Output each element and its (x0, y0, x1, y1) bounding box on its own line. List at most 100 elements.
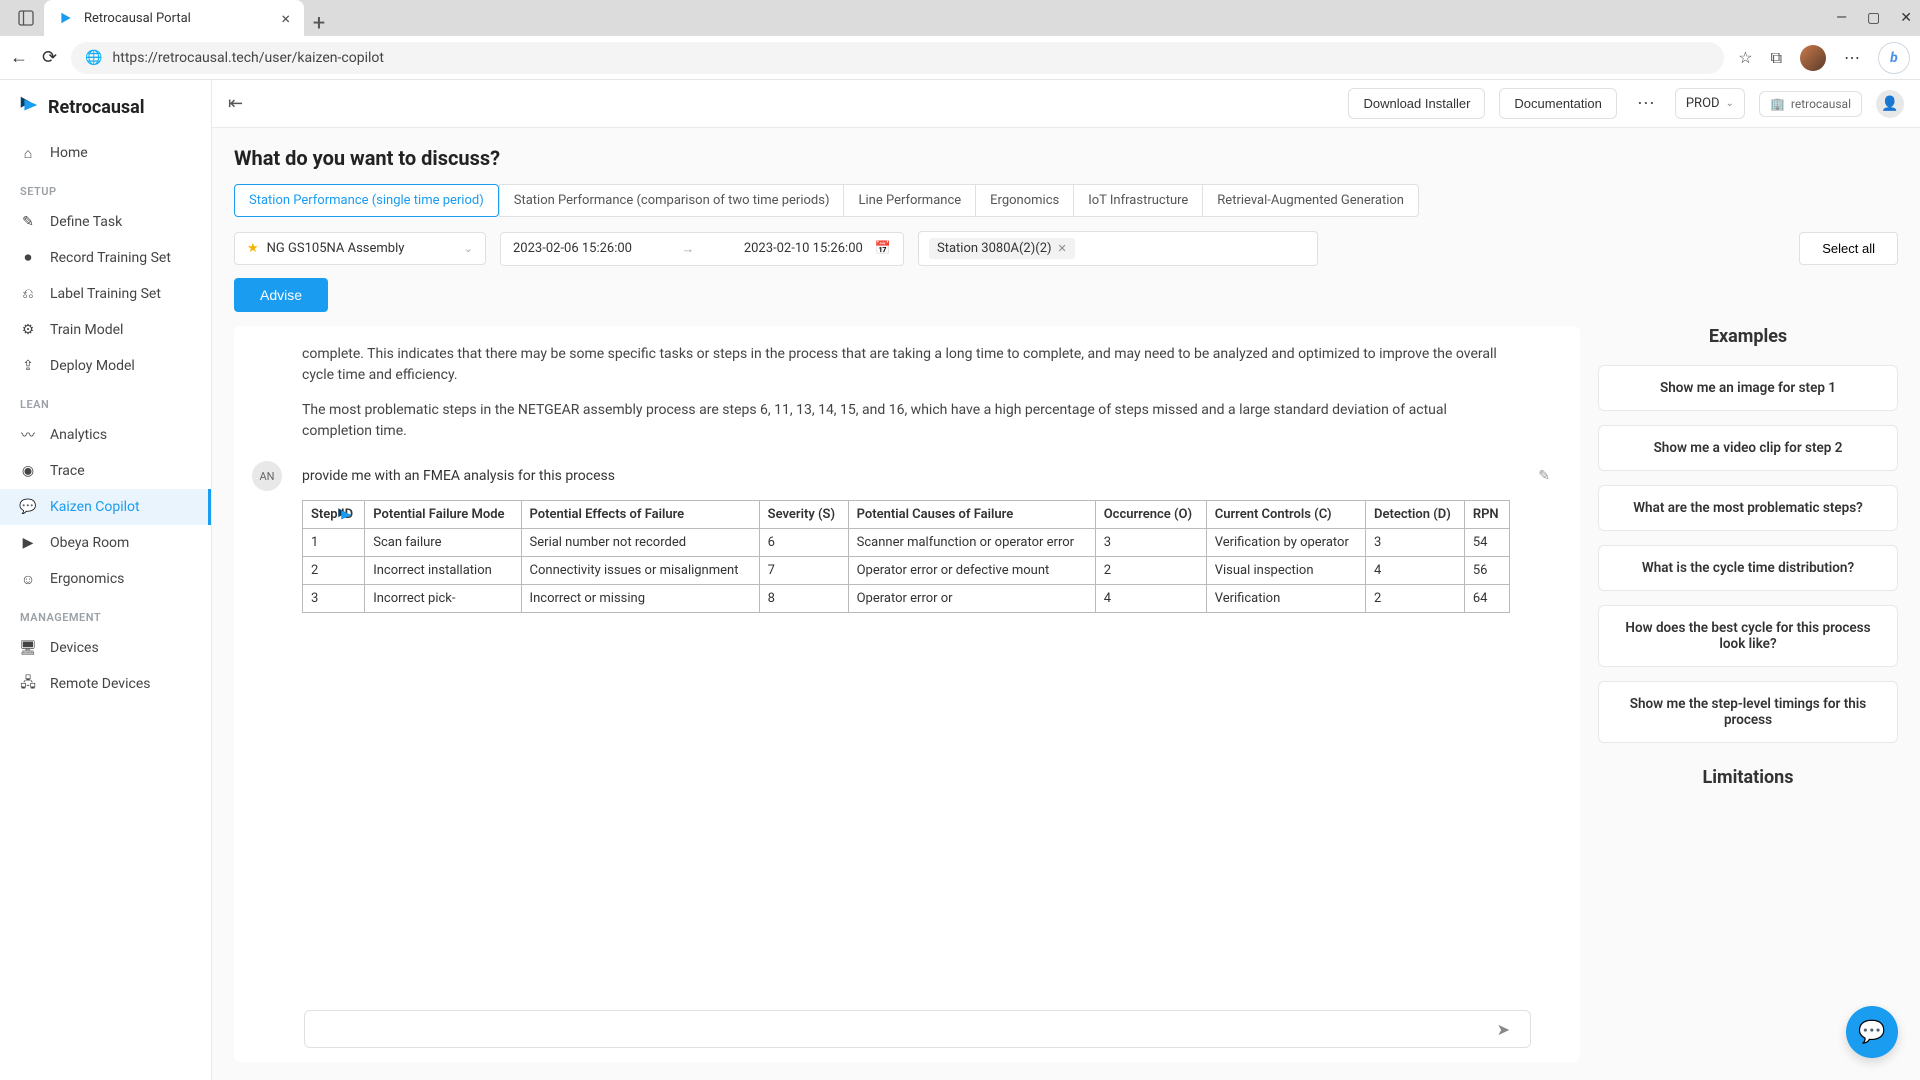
select-all-button[interactable]: Select all (1799, 232, 1898, 265)
sidebar-item-train-model[interactable]: ⚙ Train Model (0, 312, 211, 348)
send-icon[interactable]: ➤ (1497, 1020, 1510, 1039)
tab-rag[interactable]: Retrieval-Augmented Generation (1203, 184, 1419, 217)
window-close-icon[interactable]: ✕ (1900, 10, 1912, 26)
table-cell: Operator error or defective mount (848, 557, 1095, 585)
menu-icon[interactable]: ⋯ (1844, 48, 1860, 67)
sidebar-item-deploy-model[interactable]: ⇪ Deploy Model (0, 348, 211, 384)
page-title: What do you want to discuss? (234, 146, 1898, 170)
topbar-more-icon[interactable]: ⋯ (1631, 93, 1661, 114)
back-button[interactable]: ← (10, 47, 28, 68)
advise-button[interactable]: Advise (234, 278, 328, 312)
sidebar-item-ergonomics[interactable]: ☺ Ergonomics (0, 561, 211, 597)
tenant-badge[interactable]: 🏢 retrocausal (1759, 91, 1862, 117)
sidebar-item-record-training[interactable]: ⏺ Record Training Set (0, 240, 211, 276)
chat-input[interactable] (304, 1010, 1531, 1048)
bing-chat-icon[interactable]: b (1878, 42, 1910, 74)
fmea-table: Step IDPotential Failure ModePotential E… (302, 500, 1510, 613)
table-cell: 1 (303, 529, 365, 557)
sidebar-item-label: Devices (50, 640, 99, 656)
sidebar-item-devices[interactable]: 🖥 Devices (0, 630, 211, 666)
tab-line-performance[interactable]: Line Performance (844, 184, 976, 217)
table-cell: 56 (1464, 557, 1509, 585)
environment-select[interactable]: PROD ⌄ (1675, 88, 1745, 119)
table-cell: Verification by operator (1206, 529, 1365, 557)
download-installer-button[interactable]: Download Installer (1348, 88, 1485, 119)
tab-station-single[interactable]: Station Performance (single time period) (234, 184, 499, 217)
assistant-avatar-icon (330, 500, 360, 530)
sidebar-item-label: Analytics (50, 427, 107, 443)
analytics-icon: 〰 (20, 427, 36, 443)
sidebar-section-management: MANAGEMENT (0, 597, 211, 630)
example-prompt[interactable]: Show me an image for step 1 (1598, 365, 1898, 411)
documentation-button[interactable]: Documentation (1499, 88, 1616, 119)
edit-icon: ✎ (20, 214, 36, 230)
tab-iot[interactable]: IoT Infrastructure (1074, 184, 1203, 217)
profile-avatar[interactable] (1800, 45, 1826, 71)
date-range-picker[interactable]: 2023-02-06 15:26:00 → 2023-02-10 15:26:0… (500, 232, 904, 266)
table-cell: Visual inspection (1206, 557, 1365, 585)
example-prompt[interactable]: Show me the step-level timings for this … (1598, 681, 1898, 743)
table-cell: 3 (1366, 529, 1465, 557)
example-prompt[interactable]: How does the best cycle for this process… (1598, 605, 1898, 667)
arrow-right-icon: → (644, 241, 732, 257)
example-prompt[interactable]: What is the cycle time distribution? (1598, 545, 1898, 591)
discussion-topic-tabs: Station Performance (single time period)… (234, 184, 1898, 217)
building-icon: 🏢 (1770, 97, 1785, 111)
sidebar-item-kaizen-copilot[interactable]: 💬 Kaizen Copilot (0, 489, 211, 525)
example-prompt[interactable]: What are the most problematic steps? (1598, 485, 1898, 531)
sidebar-item-obeya-room[interactable]: ▶ Obeya Room (0, 525, 211, 561)
chip-remove-icon[interactable]: ✕ (1058, 242, 1067, 255)
task-select-value: NG GS105NA Assembly (267, 241, 405, 256)
sidebar-item-trace[interactable]: ◉ Trace (0, 453, 211, 489)
tab-list-button[interactable] (8, 0, 44, 36)
date-from: 2023-02-06 15:26:00 (513, 241, 632, 256)
sidebar-item-home[interactable]: ⌂ Home (0, 135, 211, 171)
nodes-icon: ⚙ (20, 322, 36, 338)
trace-icon: ◉ (20, 463, 36, 479)
tab-ergonomics[interactable]: Ergonomics (976, 184, 1074, 217)
sidebar-item-label-training[interactable]: ⎌ Label Training Set (0, 276, 211, 312)
sidebar-item-analytics[interactable]: 〰 Analytics (0, 417, 211, 453)
tab-station-compare[interactable]: Station Performance (comparison of two t… (499, 184, 845, 217)
sidebar-item-label: Trace (50, 463, 85, 479)
sidebar-item-label: Kaizen Copilot (50, 499, 140, 515)
limitations-heading: Limitations (1598, 767, 1898, 788)
new-tab-button[interactable]: + (304, 11, 334, 36)
env-label: PROD (1686, 96, 1720, 111)
sidebar-item-label: Ergonomics (50, 571, 124, 587)
station-multiselect[interactable]: Station 3080A(2)(2) ✕ (918, 231, 1318, 266)
person-icon: ☺ (20, 571, 36, 587)
sidebar-item-label: Home (50, 145, 88, 161)
filter-row: ★ NG GS105NA Assembly ⌄ 2023-02-06 15:26… (234, 231, 1898, 266)
user-message-row: AN provide me with an FMEA analysis for … (302, 468, 1510, 484)
tab-close-icon[interactable]: × (281, 9, 290, 28)
table-cell: 3 (1095, 529, 1206, 557)
assistant-message-paragraph: The most problematic steps in the NETGEA… (302, 400, 1510, 442)
example-prompt[interactable]: Show me a video clip for step 2 (1598, 425, 1898, 471)
brand-logo[interactable]: Retrocausal (0, 80, 211, 135)
chevron-down-icon: ⌄ (1726, 98, 1734, 109)
refresh-button[interactable]: ⟳ (42, 47, 57, 68)
sidebar-collapse-icon[interactable]: ⇤ (228, 93, 243, 114)
table-cell: 2 (1366, 585, 1465, 613)
sidebar: Retrocausal ⌂ Home SETUP ✎ Define Task ⏺… (0, 80, 212, 1080)
window-minimize-icon[interactable]: — (1836, 10, 1847, 26)
url-input[interactable]: 🌐 https://retrocausal.tech/user/kaizen-c… (71, 42, 1724, 74)
table-cell: Serial number not recorded (521, 529, 759, 557)
sidebar-item-label: Remote Devices (50, 676, 150, 692)
edit-message-icon[interactable]: ✎ (1538, 468, 1550, 484)
sidebar-item-remote-devices[interactable]: 🖧 Remote Devices (0, 666, 211, 702)
task-select[interactable]: ★ NG GS105NA Assembly ⌄ (234, 232, 486, 265)
sidebar-item-define-task[interactable]: ✎ Define Task (0, 204, 211, 240)
collections-icon[interactable]: ⧉ (1771, 48, 1782, 68)
user-avatar[interactable]: 👤 (1876, 90, 1904, 118)
table-cell: 2 (303, 557, 365, 585)
table-header: Potential Effects of Failure (521, 501, 759, 529)
window-maximize-icon[interactable]: ▢ (1867, 10, 1880, 26)
browser-tab-active[interactable]: Retrocausal Portal × (44, 0, 304, 36)
favorites-icon[interactable]: ☆ (1738, 48, 1752, 67)
video-icon: ⏺ (20, 250, 36, 266)
play-icon: ▶ (20, 535, 36, 551)
chat-fab-button[interactable]: 💬 (1846, 1006, 1898, 1058)
topbar: ⇤ Download Installer Documentation ⋯ PRO… (212, 80, 1920, 128)
